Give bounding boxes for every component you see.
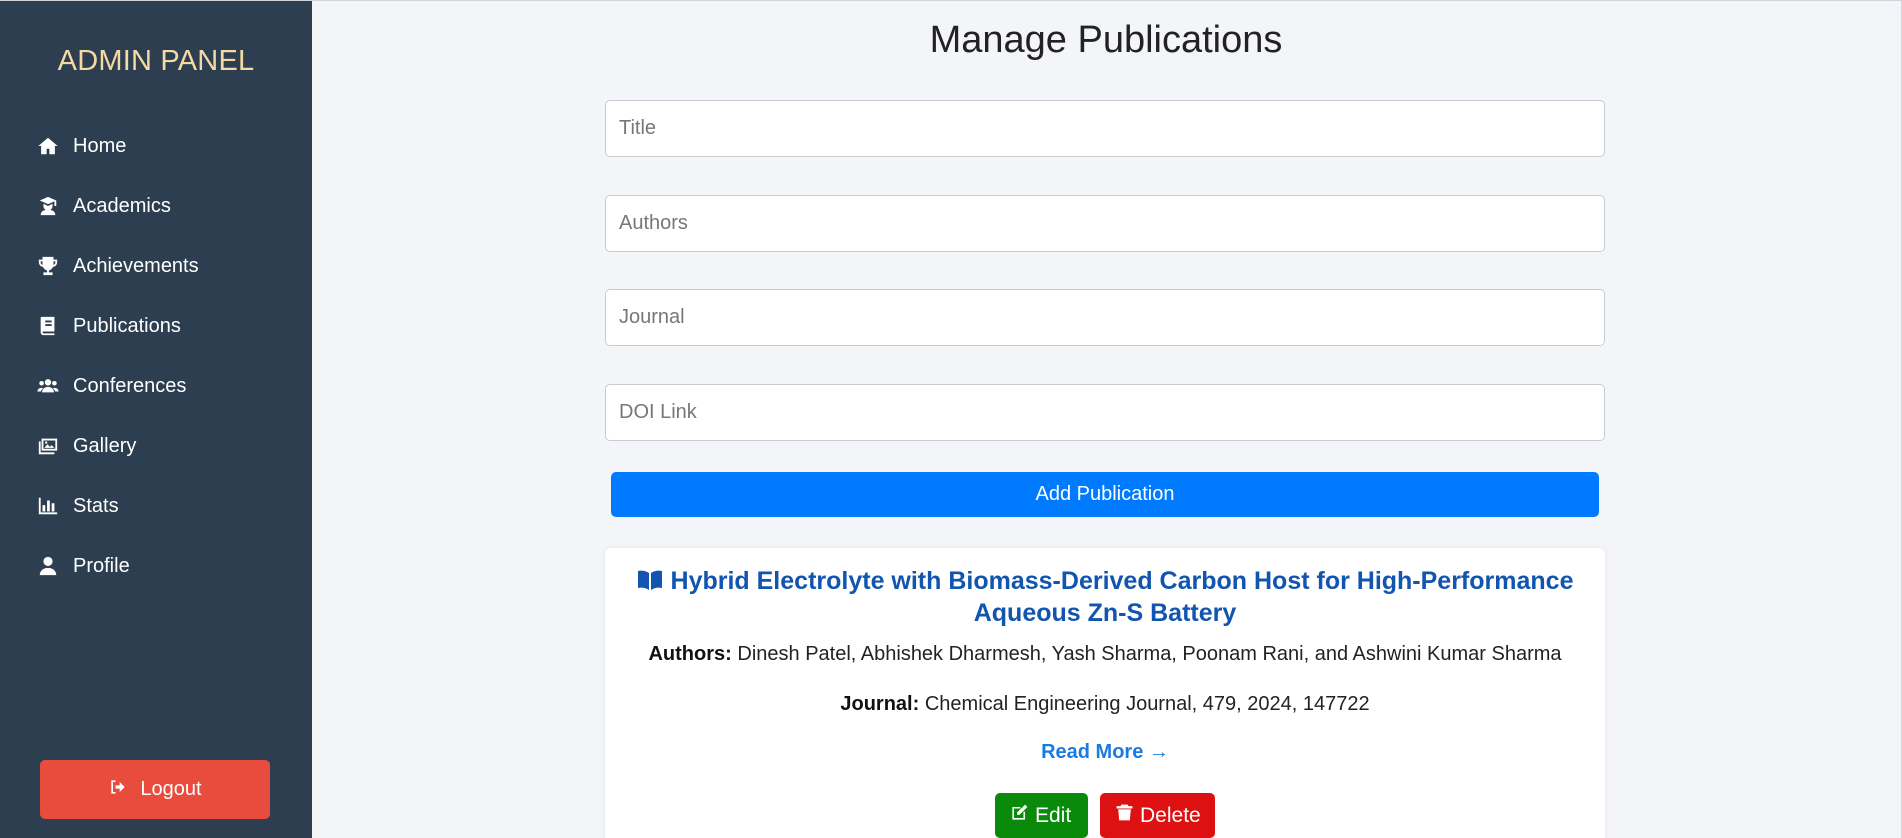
publication-journal: Journal: Chemical Engineering Journal, 4… bbox=[615, 693, 1595, 716]
home-icon bbox=[36, 134, 60, 158]
sidebar-item-gallery[interactable]: Gallery bbox=[36, 416, 199, 476]
edit-button[interactable]: Edit bbox=[995, 793, 1088, 838]
trash-icon bbox=[1115, 803, 1140, 828]
sidebar-item-home[interactable]: Home bbox=[36, 116, 199, 176]
journal-label: Journal: bbox=[840, 693, 920, 715]
publication-authors: Authors: Dinesh Patel, Abhishek Dharmesh… bbox=[615, 643, 1595, 666]
sidebar-item-achievements[interactable]: Achievements bbox=[36, 236, 199, 296]
journal-input[interactable] bbox=[605, 289, 1605, 346]
publication-card: Hybrid Electrolyte with Biomass-Derived … bbox=[605, 548, 1605, 838]
sidebar-nav: Home Academics Achievements Publications bbox=[36, 116, 199, 596]
book-open-icon bbox=[637, 568, 663, 598]
logout-button[interactable]: Logout bbox=[40, 760, 270, 819]
user-icon bbox=[36, 554, 60, 578]
authors-value: Dinesh Patel, Abhishek Dharmesh, Yash Sh… bbox=[737, 643, 1562, 665]
logout-label: Logout bbox=[140, 778, 202, 800]
graduate-icon bbox=[36, 194, 60, 218]
journal-value: Chemical Engineering Journal, 479, 2024,… bbox=[924, 693, 1370, 715]
app-window: ADMIN PANEL Home Academics Achievements bbox=[0, 0, 1902, 838]
publication-title: Hybrid Electrolyte with Biomass-Derived … bbox=[625, 566, 1585, 628]
sidebar-item-label: Home bbox=[73, 134, 127, 157]
trophy-icon bbox=[36, 254, 60, 278]
sidebar-item-publications[interactable]: Publications bbox=[36, 296, 199, 356]
sidebar: ADMIN PANEL Home Academics Achievements bbox=[0, 1, 312, 838]
sidebar-item-label: Achievements bbox=[73, 254, 199, 277]
sidebar-item-label: Conferences bbox=[73, 374, 187, 397]
sidebar-item-profile[interactable]: Profile bbox=[36, 536, 199, 596]
title-input[interactable] bbox=[605, 100, 1605, 157]
sidebar-item-label: Publications bbox=[73, 314, 181, 337]
add-publication-button[interactable]: Add Publication bbox=[611, 472, 1599, 517]
sidebar-item-conferences[interactable]: Conferences bbox=[36, 356, 199, 416]
sidebar-item-stats[interactable]: Stats bbox=[36, 476, 199, 536]
brand-title: ADMIN PANEL bbox=[57, 45, 255, 77]
book-icon bbox=[36, 314, 60, 338]
authors-label: Authors: bbox=[648, 643, 732, 665]
sidebar-item-label: Academics bbox=[73, 194, 171, 217]
sidebar-item-label: Gallery bbox=[73, 434, 137, 457]
edit-label: Edit bbox=[1035, 803, 1072, 827]
authors-input[interactable] bbox=[605, 195, 1605, 252]
sidebar-item-label: Stats bbox=[73, 494, 119, 517]
doi-link-input[interactable] bbox=[605, 384, 1605, 441]
edit-icon bbox=[1010, 803, 1035, 828]
publication-actions: Edit Delete bbox=[605, 793, 1605, 838]
delete-label: Delete bbox=[1140, 803, 1201, 827]
sidebar-item-academics[interactable]: Academics bbox=[36, 176, 199, 236]
sidebar-item-label: Profile bbox=[73, 554, 130, 577]
page-title: Manage Publications bbox=[929, 19, 1283, 61]
publication-title-text: Hybrid Electrolyte with Biomass-Derived … bbox=[670, 567, 1574, 627]
bar-chart-icon bbox=[36, 494, 60, 518]
read-more-link[interactable]: Read More → bbox=[605, 741, 1605, 764]
delete-button[interactable]: Delete bbox=[1100, 793, 1215, 838]
users-icon bbox=[36, 374, 60, 398]
sign-out-icon bbox=[108, 777, 140, 803]
images-icon bbox=[36, 434, 60, 458]
